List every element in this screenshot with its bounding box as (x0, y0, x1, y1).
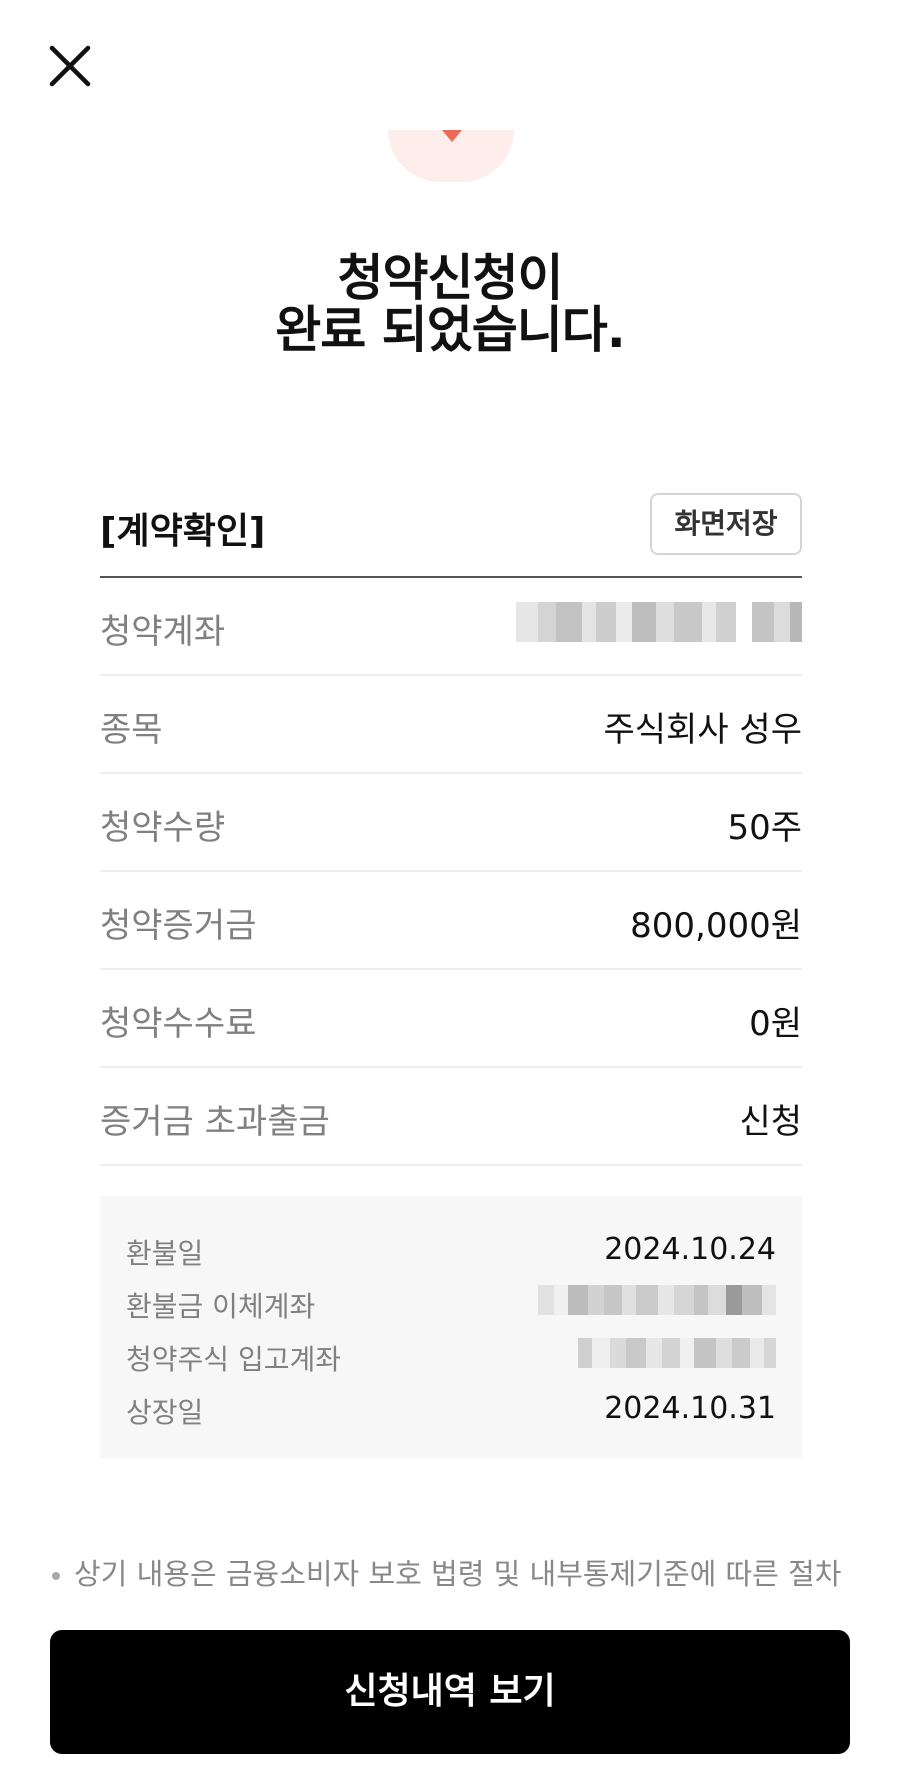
contract-title: [계약확인] (100, 511, 266, 552)
info-label: 환불일 (126, 1237, 204, 1270)
title-line-2: 완료 되었습니다. (275, 301, 625, 359)
info-label: 상장일 (126, 1396, 204, 1429)
detail-value: 50주 (727, 808, 802, 848)
notice-text: 상기 내용은 금융소비자 보호 법령 및 내부통제기준에 따른 절차 (48, 1552, 858, 1600)
info-row-listing-date: 상장일 2024.10.31 (126, 1391, 776, 1431)
close-icon (49, 45, 91, 87)
notice-line: 상기 내용은 금융소비자 보호 법령 및 내부통제기준에 따른 절차 (74, 1557, 842, 1591)
title-line-1: 청약신청이 (337, 249, 564, 307)
masked-account-number (516, 602, 802, 642)
info-label: 환불금 이체계좌 (126, 1290, 316, 1323)
info-row-stock-account: 청약주식 입고계좌 (126, 1338, 776, 1378)
info-label: 청약주식 입고계좌 (126, 1343, 341, 1376)
info-row-refund-account: 환불금 이체계좌 (126, 1285, 776, 1325)
success-icon (388, 130, 514, 182)
detail-label: 청약증거금 (100, 906, 257, 946)
detail-label: 청약계좌 (100, 612, 226, 652)
detail-row-stock: 종목 주식회사 성우 (100, 676, 802, 774)
detail-label: 종목 (100, 710, 163, 750)
detail-label: 청약수량 (100, 808, 226, 848)
page-title: 청약신청이 완료 되었습니다. (0, 252, 900, 356)
info-value: 2024.10.24 (604, 1232, 776, 1267)
info-value: 2024.10.31 (604, 1391, 776, 1426)
detail-row-fee: 청약수수료 0원 (100, 970, 802, 1068)
view-application-history-button[interactable]: 신청내역 보기 (50, 1630, 850, 1754)
refund-info-box: 환불일 2024.10.24 환불금 이체계좌 청약주식 입고계좌 상장일 20… (100, 1196, 802, 1458)
bullet-icon (52, 1572, 60, 1580)
detail-value: 주식회사 성우 (603, 710, 803, 750)
detail-value: 800,000원 (630, 906, 802, 946)
detail-row-deposit: 청약증거금 800,000원 (100, 872, 802, 970)
detail-row-account: 청약계좌 (100, 578, 802, 676)
detail-label: 증거금 초과출금 (100, 1102, 330, 1142)
contract-details: 청약계좌 종목 주식회사 성우 청약수량 50주 청약증거금 800,000원 (100, 578, 802, 1166)
detail-label: 청약수수료 (100, 1004, 257, 1044)
save-screen-button[interactable]: 화면저장 (650, 493, 802, 555)
detail-row-excess-withdrawal: 증거금 초과출금 신청 (100, 1068, 802, 1166)
contract-header: [계약확인] 화면저장 (100, 490, 802, 578)
info-row-refund-date: 환불일 2024.10.24 (126, 1232, 776, 1272)
masked-stock-account (578, 1338, 776, 1368)
close-button[interactable] (44, 40, 96, 92)
success-icon-mark (442, 130, 462, 142)
detail-value: 0원 (749, 1004, 802, 1044)
masked-refund-account (538, 1285, 776, 1315)
detail-value: 신청 (739, 1102, 802, 1142)
detail-row-quantity: 청약수량 50주 (100, 774, 802, 872)
